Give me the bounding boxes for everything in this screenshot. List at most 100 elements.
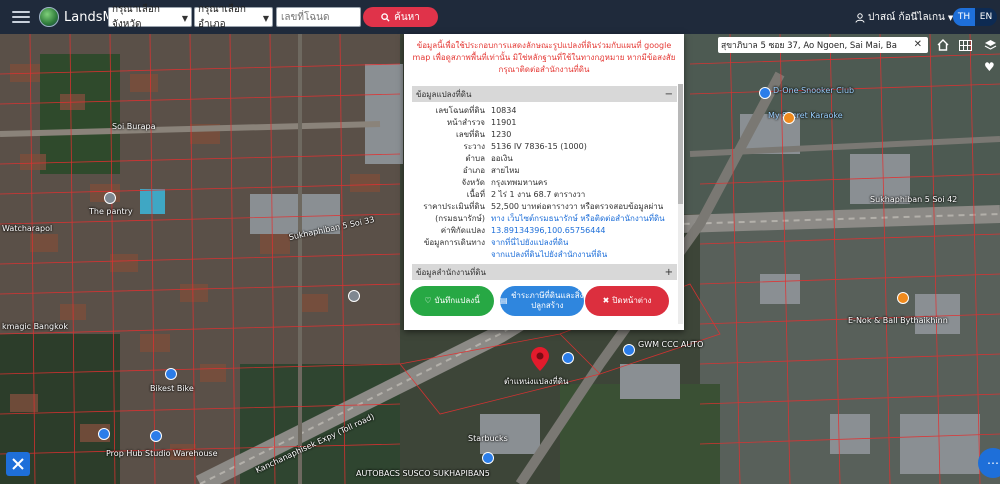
detail-key: ราคาประเมินที่ดิน: [423, 202, 485, 211]
office-section-header[interactable]: ข้อมูลสำนักงานที่ดิน +: [412, 264, 677, 280]
popup-scrollbar[interactable]: [678, 84, 683, 324]
detail-key: ตำบล: [465, 154, 485, 163]
district-select[interactable]: กรุณาเลือกอำเภอ ▼: [194, 4, 273, 30]
map-label-myscent: My Secret Karaoke: [768, 111, 843, 120]
close-popup-button[interactable]: ✖ ปิดหน้าต่าง: [585, 286, 669, 316]
detail-key: (กรมธนารักษ์): [435, 214, 485, 223]
poi-marker[interactable]: [783, 112, 795, 124]
tools-button[interactable]: [6, 452, 30, 476]
detail-key: เนื้อที่: [466, 190, 485, 199]
map-label-the-pantry: The pantry: [89, 207, 133, 216]
map-label-e-nok: E-Nok & Ball Bythaikhinn: [848, 316, 948, 325]
detail-value: 10834: [491, 106, 517, 115]
map-label-autobacs: AUTOBACS SUSCO SUKHAPIBAN5: [356, 469, 490, 478]
close-icon[interactable]: ✕: [914, 39, 922, 50]
detail-key: ค่าพิกัดแปลง: [440, 226, 485, 235]
poi-marker[interactable]: [150, 430, 162, 442]
poi-marker[interactable]: [98, 428, 110, 440]
plot-number-input[interactable]: [276, 7, 361, 27]
detail-row: หน้าสำรวจ 11901: [412, 117, 677, 129]
user-menu[interactable]: ปาสณ์ ก้อนีไลเกน ▼: [855, 10, 953, 25]
detail-link[interactable]: ทาง เว็บไซต์กรมธนารักษ์ หรือติดต่อสำนักง…: [491, 213, 665, 225]
province-select-value: กรุณาเลือกจังหวัด: [112, 4, 160, 30]
poi-marker[interactable]: [897, 292, 909, 304]
search-button[interactable]: ค้นหา: [363, 7, 438, 27]
user-name: ปาสณ์ ก้อนีไลเกน: [868, 12, 945, 23]
parcel-details: เลขโฉนดที่ดิน 10834 หน้าสำรวจ 11901 เลขที่ดิ…: [412, 105, 677, 261]
detail-row: จังหวัด กรุงเทพมหานคร: [412, 177, 677, 189]
poi-marker[interactable]: [623, 344, 635, 356]
map-label-bikest: Bikest Bike: [150, 384, 194, 393]
home-icon[interactable]: [935, 38, 951, 52]
map-label-sukhaphiban5-soi42: Sukhaphiban 5 Soi 42: [870, 195, 958, 204]
close-icon: ✖: [602, 296, 610, 305]
detail-key: [412, 249, 491, 261]
map-search-box[interactable]: สุขาภิบาล 5 ซอย 37, Ao Ngoen, Sai Mai, B…: [718, 37, 928, 53]
detail-row: ระวาง 5136 IV 7836-15 (1000): [412, 141, 677, 153]
poi-marker[interactable]: [165, 368, 177, 380]
lang-th-button[interactable]: TH: [953, 8, 975, 26]
detail-row: เลขที่ดิน 1230: [412, 129, 677, 141]
detail-row: (กรมธนารักษ์) ทาง เว็บไซต์กรมธนารักษ์ หรื…: [412, 213, 677, 225]
detail-value: 11901: [491, 118, 517, 127]
poi-marker[interactable]: [482, 452, 494, 464]
pay-tax-label: ชำระภาษีที่ดินและสิ่งปลูกสร้าง: [510, 291, 584, 310]
disclaimer-notice: ข้อมูลนี้เพื่อใช้ประกอบการแสดงลักษณะรูปแ…: [412, 41, 676, 74]
detail-key: หน้าสำรวจ: [446, 118, 485, 127]
chevron-down-icon: ▼: [181, 14, 188, 23]
favorites-icon[interactable]: ♥: [984, 60, 995, 74]
map-label-starbucks: Starbucks: [468, 434, 508, 443]
chat-button[interactable]: ⋯: [978, 448, 1000, 478]
detail-value: 1230: [491, 130, 512, 139]
poi-marker[interactable]: [104, 192, 116, 204]
detail-link[interactable]: จากที่นี่ไปยังแปลงที่ดิน: [491, 237, 568, 249]
detail-value: 52,500 บาทต่อตารางวา หรือตรวจสอบข้อมูลผ่…: [491, 202, 664, 211]
save-parcel-label: บันทึกแปลงนี้: [434, 296, 480, 305]
detail-row: จากแปลงที่ดินไปยังสำนักงานที่ดิน: [412, 249, 677, 261]
close-popup-label: ปิดหน้าต่าง: [612, 296, 652, 305]
detail-link[interactable]: จากแปลงที่ดินไปยังสำนักงานที่ดิน: [491, 249, 607, 261]
user-icon: [855, 12, 865, 23]
menu-icon[interactable]: [12, 11, 30, 23]
detail-link[interactable]: 13.89134396,100.65756444: [491, 225, 606, 237]
chat-icon: ⋯: [987, 456, 999, 470]
map-label-soi-burapa: Soi Burapa: [112, 122, 156, 131]
search-button-label: ค้นหา: [394, 11, 420, 23]
detail-row: ค่าพิกัดแปลง 13.89134396,100.65756444: [412, 225, 677, 237]
heart-icon: ♡: [424, 296, 432, 305]
tools-icon: [12, 458, 24, 470]
top-navbar: LandsMaps กรุณาเลือกจังหวัด ▼ กรุณาเลือก…: [0, 0, 1000, 34]
search-icon: [381, 12, 390, 22]
landsmaps-logo[interactable]: [39, 7, 59, 27]
map-label-prop-hub: Prop Hub Studio Warehouse: [106, 449, 218, 458]
chevron-down-icon: ▼: [262, 14, 269, 23]
detail-row: เลขโฉนดที่ดิน 10834: [412, 105, 677, 117]
detail-key: เลขที่ดิน: [455, 130, 485, 139]
district-select-value: กรุณาเลือกอำเภอ: [198, 4, 246, 30]
poi-marker[interactable]: [348, 290, 360, 302]
language-toggle[interactable]: TH EN: [953, 8, 997, 26]
parcel-section-title: ข้อมูลแปลงที่ดิน: [416, 89, 472, 99]
layers-icon[interactable]: [982, 38, 998, 52]
detail-value: 2 ไร่ 1 งาน 68.7 ตารางวา: [491, 190, 586, 199]
location-pin-icon[interactable]: [531, 347, 549, 371]
poi-marker[interactable]: [562, 352, 574, 364]
save-parcel-button[interactable]: ♡ บันทึกแปลงนี้: [410, 286, 494, 316]
poi-marker[interactable]: [759, 87, 771, 99]
map-label-kmagic: kmagic Bangkok: [2, 322, 68, 331]
map-label-d-one: D-One Snooker Club: [773, 86, 855, 95]
detail-value: สายไหม: [491, 166, 520, 175]
grid-icon[interactable]: [957, 38, 973, 52]
province-select[interactable]: กรุณาเลือกจังหวัด ▼: [108, 4, 192, 30]
parcel-section-header[interactable]: ข้อมูลแปลงที่ดิน −: [412, 86, 677, 102]
detail-value: กรุงเทพมหานคร: [491, 178, 548, 187]
detail-key: ระวาง: [463, 142, 485, 151]
detail-key: เลขโฉนดที่ดิน: [435, 106, 485, 115]
detail-row: เนื้อที่ 2 ไร่ 1 งาน 68.7 ตารางวา: [412, 189, 677, 201]
expand-icon[interactable]: +: [665, 267, 673, 278]
receipt-icon: ▤: [500, 296, 508, 305]
lang-en-button[interactable]: EN: [975, 8, 997, 26]
collapse-icon[interactable]: −: [665, 89, 673, 100]
pay-tax-button[interactable]: ▤ ชำระภาษีที่ดินและสิ่งปลูกสร้าง: [500, 286, 584, 316]
detail-row: อำเภอ สายไหม: [412, 165, 677, 177]
